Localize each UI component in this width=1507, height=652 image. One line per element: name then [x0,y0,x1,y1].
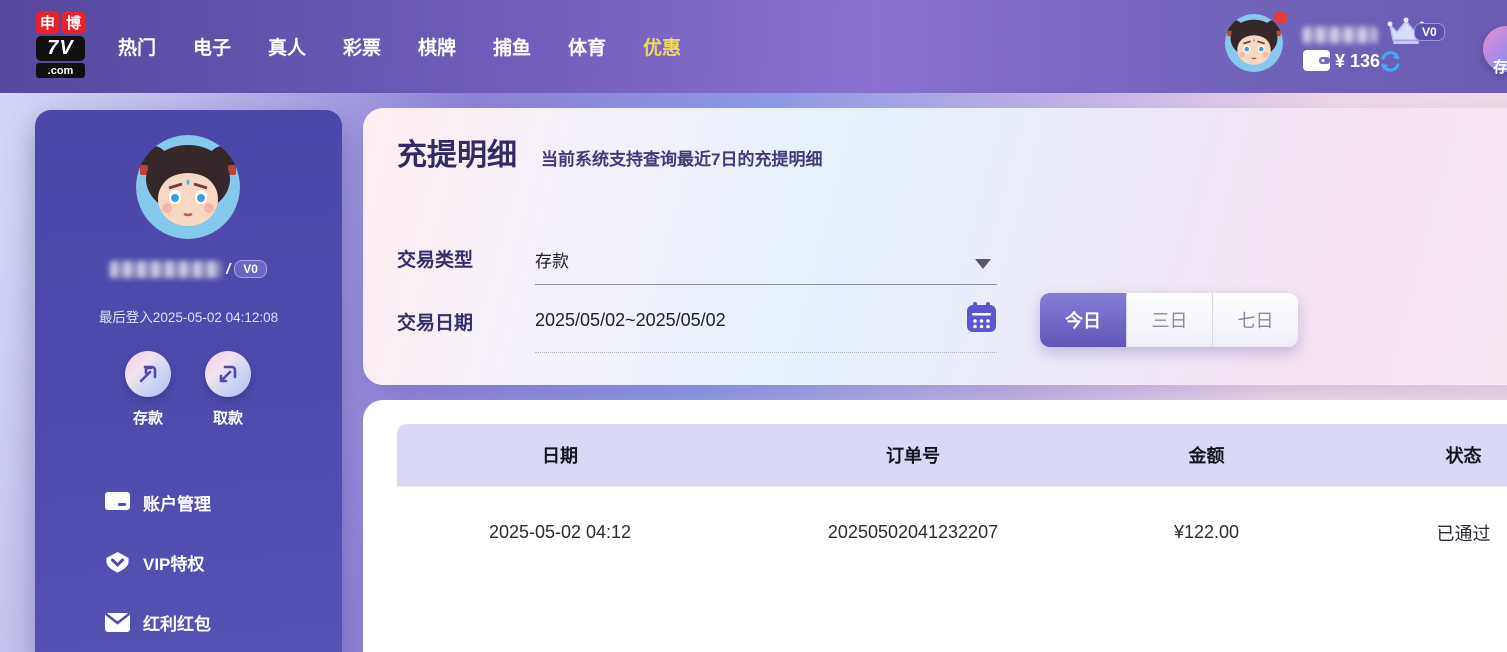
date-range-buttons: 今日 三日 七日 [1040,293,1298,347]
cell-amount: ¥122.00 [1103,487,1310,578]
username-blurred [110,261,222,278]
sidebar-item-bonus[interactable]: 红利红包 [35,592,342,652]
logo-tile-1: 申 [36,11,59,34]
transaction-type-value[interactable]: 存款 [535,247,569,272]
range-button-7days[interactable]: 七日 [1212,293,1298,347]
user-avatar[interactable] [1225,14,1283,72]
sidebar-username-row: / V0 [35,260,342,278]
nav-item-lottery[interactable]: 彩票 [343,33,381,60]
vip-level-badge: V0 [1414,23,1445,41]
records-panel: 日期 订单号 金额 状态 2025-05-02 04:12 2025050204… [363,400,1507,652]
avatar-image [136,135,240,239]
brand-logo[interactable]: 申 博 7V .com [36,11,86,78]
menu-label: 账户管理 [143,490,211,515]
nav-item-sports[interactable]: 体育 [568,33,606,60]
filter-panel: 充提明细 当前系统支持查询最近7日的充提明细 交易类型 存款 交易日期 2025… [363,108,1507,385]
sidebar-avatar[interactable] [136,135,240,239]
withdraw-button[interactable]: 取款 [188,351,268,428]
username-blurred [1303,27,1377,43]
chevron-down-icon[interactable] [975,259,991,269]
wallet-icon [1303,50,1330,71]
withdraw-icon [205,351,251,397]
cell-order-no: 20250502041232207 [723,487,1103,578]
avatar-image [1225,14,1283,72]
nav-item-live[interactable]: 真人 [268,33,306,60]
transaction-date-label: 交易日期 [397,308,473,335]
vip-level-badge: V0 [234,260,267,278]
header-amount: 金额 [1103,424,1310,486]
top-navbar: 申 博 7V .com 热门 电子 真人 彩票 棋牌 捕鱼 体育 优惠 [0,0,1507,93]
page-title: 充提明细 [397,130,517,174]
nav-item-slots[interactable]: 电子 [193,33,231,60]
calendar-icon[interactable] [966,302,997,333]
table-row[interactable]: 2025-05-02 04:12 20250502041232207 ¥122.… [397,486,1507,578]
cell-date: 2025-05-02 04:12 [397,487,723,578]
deposit-label: 存款 [108,407,188,428]
logo-com: .com [36,63,85,78]
logo-tile-2: 博 [62,11,85,34]
cell-status: 已通过 [1310,487,1507,578]
balance-amount: ¥ 136 [1335,51,1380,72]
transaction-date-value[interactable]: 2025/05/02~2025/05/02 [535,310,726,331]
logo-7v: 7V [36,36,85,61]
header-status: 状态 [1310,424,1507,486]
name-vip-divider: / [226,261,230,278]
transaction-type-label: 交易类型 [397,245,473,272]
table-header: 日期 订单号 金额 状态 [397,424,1507,486]
sidebar-panel: / V0 最后登入2025-05-02 04:12:08 存款 [35,110,342,652]
sidebar-menu: 账户管理 VIP特权 红利红包 [35,472,342,652]
sidebar-item-vip[interactable]: VIP特权 [35,532,342,592]
nav-item-cards[interactable]: 棋牌 [418,33,456,60]
menu-label: VIP特权 [143,550,204,575]
nav-item-promo[interactable]: 优惠 [643,33,681,60]
header-order-no: 订单号 [723,424,1103,486]
refresh-balance-icon[interactable] [1379,50,1402,73]
menu-label: 红利红包 [143,610,211,635]
floating-deposit-label: 存 [1493,56,1507,77]
range-button-today[interactable]: 今日 [1040,293,1126,347]
card-icon [105,492,130,512]
date-field-underline [535,352,997,353]
nav-item-hot[interactable]: 热门 [118,33,156,60]
type-field-underline [535,284,997,285]
deposit-button[interactable]: 存款 [108,351,188,428]
range-button-3days[interactable]: 三日 [1126,293,1212,347]
deposit-icon [125,351,171,397]
envelope-icon [105,613,130,632]
main-nav: 热门 电子 真人 彩票 棋牌 捕鱼 体育 优惠 [118,0,681,93]
page-subtitle: 当前系统支持查询最近7日的充提明细 [541,145,822,170]
header-date: 日期 [397,424,723,486]
withdraw-label: 取款 [188,407,268,428]
vip-shield-icon [105,551,130,573]
nav-item-fishing[interactable]: 捕鱼 [493,33,531,60]
sidebar-item-account[interactable]: 账户管理 [35,472,342,532]
notification-dot [1274,11,1287,24]
last-login-text: 最后登入2025-05-02 04:12:08 [35,306,342,326]
